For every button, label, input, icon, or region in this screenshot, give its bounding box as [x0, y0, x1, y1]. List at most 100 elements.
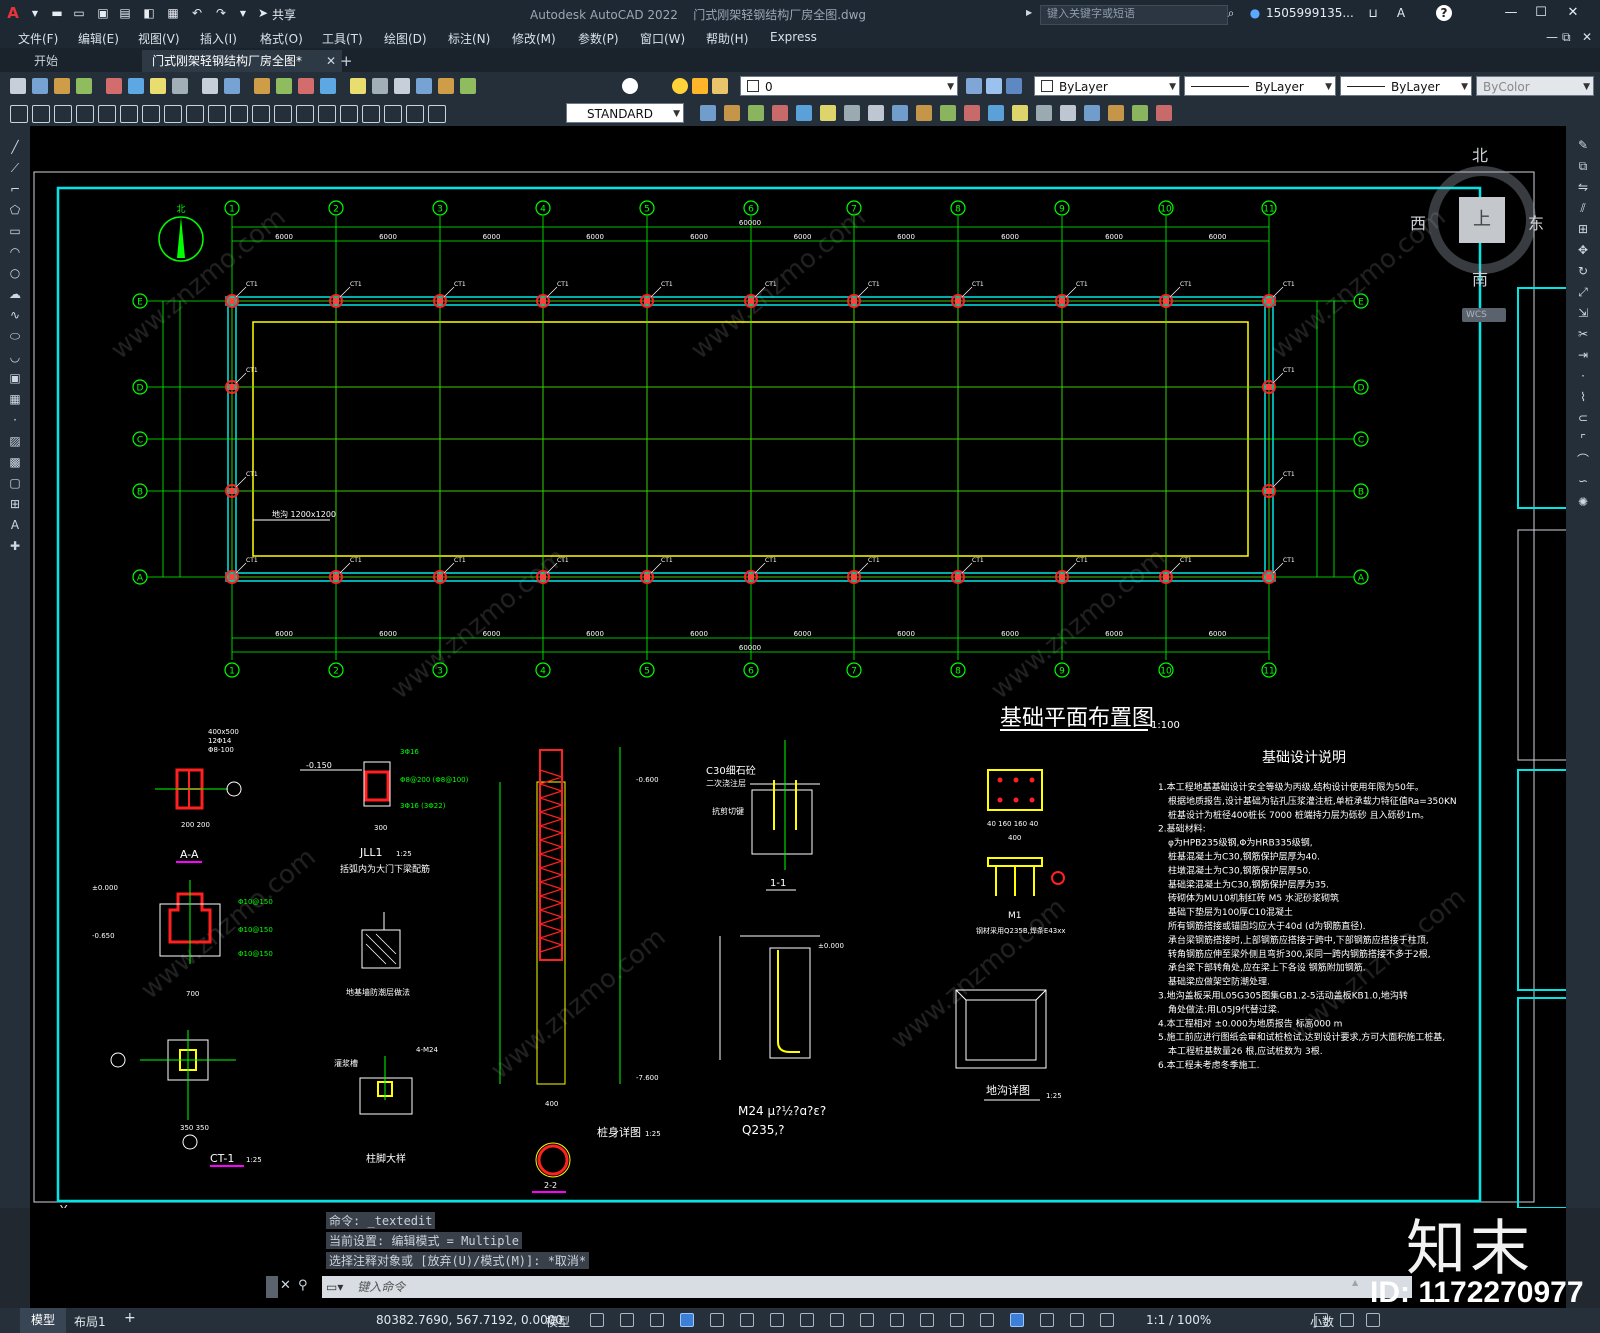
user-icon[interactable]: ● — [1246, 4, 1264, 22]
annotation-monitor-toggle[interactable] — [1100, 1313, 1114, 1327]
add-selected-icon[interactable]: ✚ — [7, 539, 23, 553]
dim-update-icon[interactable] — [428, 105, 446, 123]
print-icon[interactable] — [76, 78, 92, 94]
continue-dim-icon[interactable] — [230, 105, 248, 123]
arc-length-icon[interactable] — [54, 105, 72, 123]
selection-cycling-toggle[interactable] — [860, 1313, 874, 1327]
autocad-logo-icon[interactable]: A — [4, 4, 22, 22]
hatch-icon[interactable]: ▨ — [7, 434, 23, 448]
menu-file[interactable]: 文件(F) — [18, 30, 58, 47]
explode-icon[interactable]: ✺ — [1575, 495, 1591, 509]
wcs-menu[interactable]: WCS — [1462, 308, 1506, 322]
command-recent-icon[interactable]: ▲ — [1352, 1278, 1358, 1287]
viewcube-west[interactable]: 西 — [1410, 210, 1426, 234]
add-layout-icon[interactable]: + — [124, 1310, 136, 1326]
workspace-toggle[interactable] — [1070, 1313, 1084, 1327]
layer-dropdown[interactable]: 0 ▼ — [740, 76, 958, 96]
drawing-canvas[interactable]: www.znzmo.com www.znzmo.com www.znzmo.com w… — [30, 126, 1566, 1208]
3d-osnap-toggle[interactable] — [890, 1313, 904, 1327]
break-at-point-icon[interactable]: ⋅ — [1575, 369, 1591, 383]
ellipse-icon[interactable]: ⬭ — [7, 329, 23, 343]
tolerance-icon[interactable] — [296, 105, 314, 123]
chamfer-icon[interactable]: ⌜ — [1575, 432, 1591, 446]
doc-close-icon[interactable]: ✕ — [1582, 30, 1592, 44]
menu-modify[interactable]: 修改(M) — [512, 30, 556, 47]
customization-toggle[interactable] — [1366, 1313, 1380, 1327]
pan-icon[interactable] — [254, 78, 270, 94]
layer-on-icon[interactable] — [672, 78, 688, 94]
layer-previous-icon[interactable] — [986, 78, 1002, 94]
units-display[interactable]: 小数 — [1310, 1313, 1334, 1330]
copy-icon[interactable]: ⧉ — [1575, 159, 1591, 173]
join-icon[interactable] — [916, 105, 932, 121]
auto-scale-toggle[interactable] — [1040, 1313, 1054, 1327]
layer-iso-icon[interactable] — [1108, 105, 1124, 121]
layer-properties-icon[interactable] — [966, 78, 982, 94]
quickcalc-icon[interactable] — [460, 78, 476, 94]
doc-minimize-icon[interactable]: — — [1546, 30, 1558, 44]
redo-icon[interactable]: ↷ — [212, 4, 230, 22]
make-block-icon[interactable]: ▦ — [7, 392, 23, 406]
insert-block-icon[interactable]: ▣ — [7, 371, 23, 385]
tab-model[interactable]: 模型 — [20, 1308, 66, 1333]
print-icon[interactable]: ▦ — [164, 4, 182, 22]
qnew-icon[interactable] — [10, 78, 26, 94]
join-icon[interactable]: ⊂ — [1575, 411, 1591, 425]
lineweight-dropdown[interactable]: ByLayer ▼ — [1340, 76, 1472, 96]
open-file-icon[interactable]: ▭ — [70, 4, 88, 22]
properties-icon[interactable] — [350, 78, 366, 94]
user-name[interactable]: 1505999135... — [1266, 6, 1354, 20]
stretch-icon[interactable]: ⇲ — [1575, 306, 1591, 320]
offset-icon[interactable]: ⫽ — [1575, 201, 1591, 215]
fillet-icon[interactable]: ⌒ — [1575, 453, 1591, 467]
ordinate-dim-icon[interactable] — [76, 105, 94, 123]
mirror-icon[interactable] — [796, 105, 812, 121]
share-label[interactable]: 共享 — [272, 6, 296, 23]
viewcube[interactable]: 上 北 南 西 东 WCS — [1410, 142, 1560, 332]
stretch-icon[interactable] — [748, 105, 764, 121]
quick-dim-icon[interactable] — [186, 105, 204, 123]
grid-toggle[interactable] — [590, 1313, 604, 1327]
color-dropdown[interactable]: ByLayer ▼ — [1034, 76, 1180, 96]
layer-freeze-icon[interactable] — [692, 78, 708, 94]
new-file-icon[interactable]: ▬ — [48, 4, 66, 22]
save-as-icon[interactable]: ▤ — [116, 4, 134, 22]
polar-toggle[interactable] — [680, 1313, 694, 1327]
otrack-toggle[interactable] — [770, 1313, 784, 1327]
spline-icon[interactable]: ∿ — [7, 308, 23, 322]
array-icon[interactable]: ⊞ — [1575, 222, 1591, 236]
radius-dim-icon[interactable] — [98, 105, 116, 123]
table-icon[interactable]: ⊞ — [7, 497, 23, 511]
erase-icon[interactable] — [1060, 105, 1076, 121]
match-layer-icon[interactable] — [1006, 78, 1022, 94]
move-icon[interactable]: ✥ — [1575, 243, 1591, 257]
search-icon[interactable]: ⌕ — [1222, 4, 1240, 22]
rotate-icon[interactable] — [772, 105, 788, 121]
share-icon[interactable]: ➤ — [254, 4, 272, 22]
viewcube-north[interactable]: 北 — [1472, 142, 1488, 166]
open-icon[interactable] — [32, 78, 48, 94]
undo-icon[interactable] — [202, 78, 218, 94]
tab-layout1[interactable]: 布局1 — [74, 1313, 106, 1330]
publish-icon[interactable] — [150, 78, 166, 94]
menu-window[interactable]: 窗口(W) — [640, 30, 685, 47]
lineweight-toggle[interactable] — [800, 1313, 814, 1327]
zoom-realtime-icon[interactable] — [276, 78, 292, 94]
angular-dim-icon[interactable] — [164, 105, 182, 123]
move-icon[interactable] — [700, 105, 716, 121]
offset-icon[interactable] — [1036, 105, 1052, 121]
close-icon[interactable]: ✕ — [1562, 3, 1584, 23]
copy-icon[interactable] — [724, 105, 740, 121]
menu-express[interactable]: Express — [770, 30, 817, 44]
baseline-dim-icon[interactable] — [208, 105, 226, 123]
command-grip[interactable] — [266, 1276, 278, 1298]
zoom-window-icon[interactable] — [298, 78, 314, 94]
doc-restore-icon[interactable]: ⧉ — [1562, 30, 1571, 45]
multiline-text-icon[interactable]: A — [7, 518, 23, 532]
layer-walk-icon[interactable] — [1084, 105, 1100, 121]
dynamic-ucs-toggle[interactable] — [920, 1313, 934, 1327]
tab-active-drawing[interactable]: 门式刚架轻钢结构厂房全图* ✕ — [142, 50, 342, 72]
linetype-dropdown[interactable]: ByLayer ▼ — [1184, 76, 1336, 96]
array-icon[interactable] — [1012, 105, 1028, 121]
tab-start[interactable]: 开始 — [24, 50, 68, 72]
